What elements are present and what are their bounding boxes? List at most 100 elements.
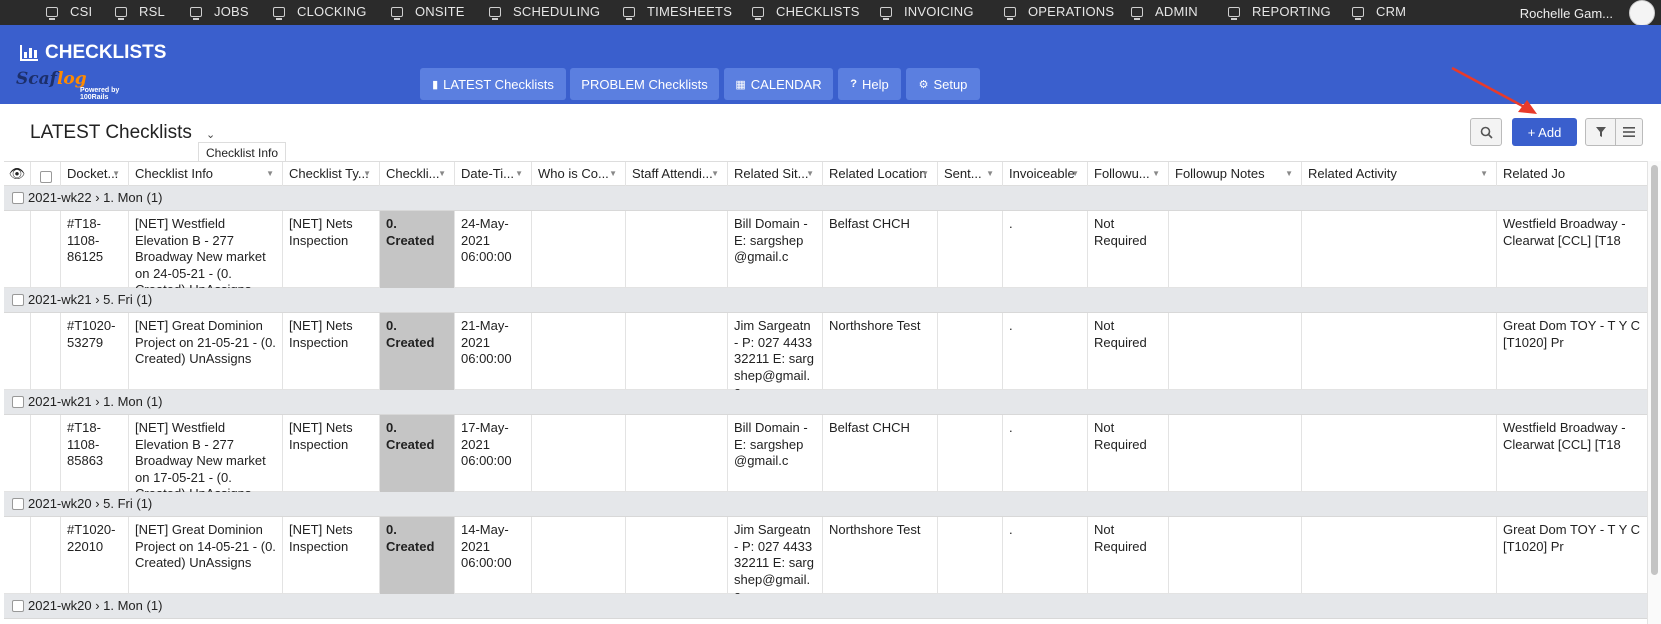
cell-checklist-info[interactable]: [NET] Westfield Elevation B - 277 Broadw…	[129, 211, 283, 288]
cell-checklist-type[interactable]: [NET] Nets Inspection	[283, 517, 380, 594]
cell-who-is-completing[interactable]	[532, 211, 626, 288]
nav-timesheets[interactable]: TIMESHEETS	[623, 4, 732, 20]
problem-checklists-button[interactable]: PROBLEM Checklists	[570, 68, 719, 100]
cell-checklist-info[interactable]: [NET] Great Dominion Project on 14-05-21…	[129, 517, 283, 594]
avatar[interactable]	[1629, 0, 1655, 26]
eye-icon[interactable]: 👁	[4, 162, 31, 186]
table-row[interactable]: #T1020-22010 [NET] Great Dominion Projec…	[4, 517, 1647, 594]
cell-invoiceable[interactable]: .	[1003, 415, 1088, 492]
row-select[interactable]	[31, 211, 61, 288]
col-invoiceable[interactable]: Invoiceable ▼	[1003, 162, 1088, 186]
cell-related-location[interactable]: Belfast CHCH	[823, 211, 938, 288]
select-all-checkbox[interactable]	[31, 162, 61, 186]
col-related-site[interactable]: Related Sit... ▼	[728, 162, 823, 186]
cell-checklist-type[interactable]: [NET] Nets Inspection	[283, 415, 380, 492]
cell-sent[interactable]	[938, 517, 1003, 594]
nav-admin[interactable]: ADMIN	[1131, 4, 1198, 20]
cell-related-job[interactable]: Westfield Broadway - Clearwat [CCL] [T18	[1497, 211, 1647, 288]
cell-followup-notes[interactable]	[1169, 313, 1302, 390]
nav-scheduling[interactable]: SCHEDULING	[489, 4, 600, 20]
cell-related-site[interactable]: Bill Domain - E: sargshep@gmail.c	[728, 211, 823, 288]
vertical-scrollbar[interactable]	[1647, 161, 1661, 624]
latest-checklists-button[interactable]: ▮ LATEST Checklists	[420, 68, 566, 100]
col-docket[interactable]: Docket... ▼	[61, 162, 129, 186]
cell-docket[interactable]: #T1020-22010	[61, 517, 129, 594]
group-row[interactable]: 2021-wk21 › 1. Mon (1)	[4, 390, 1647, 415]
cell-checklist-info[interactable]: [NET] Great Dominion Project on 21-05-21…	[129, 313, 283, 390]
status-badge[interactable]: 0. Created	[380, 211, 455, 288]
cell-followup[interactable]: Not Required	[1088, 211, 1169, 288]
cell-sent[interactable]	[938, 415, 1003, 492]
cell-invoiceable[interactable]: .	[1003, 211, 1088, 288]
cell-date-time[interactable]: 17-May-2021 06:00:00	[455, 415, 532, 492]
cell-who-is-completing[interactable]	[532, 415, 626, 492]
cell-staff-attending[interactable]	[626, 415, 728, 492]
cell-who-is-completing[interactable]	[532, 517, 626, 594]
col-related-activity[interactable]: Related Activity ▼	[1302, 162, 1497, 186]
col-checklist-info[interactable]: Checklist Info ▼	[129, 162, 283, 186]
cell-followup[interactable]: Not Required	[1088, 415, 1169, 492]
table-row[interactable]: #T18-1108-85863 [NET] Westfield Elevatio…	[4, 415, 1647, 492]
nav-rsl[interactable]: RSL	[115, 4, 165, 20]
col-followup-notes[interactable]: Followup Notes ▼	[1169, 162, 1302, 186]
row-select[interactable]	[31, 313, 61, 390]
cell-followup[interactable]: Not Required	[1088, 517, 1169, 594]
cell-checklist-type[interactable]: [NET] Nets Inspection	[283, 211, 380, 288]
group-row[interactable]: 2021-wk21 › 5. Fri (1)	[4, 288, 1647, 313]
status-badge[interactable]: 0. Created	[380, 313, 455, 390]
cell-staff-attending[interactable]	[626, 517, 728, 594]
cell-related-location[interactable]: Northshore Test	[823, 313, 938, 390]
scrollbar-thumb[interactable]	[1651, 165, 1658, 575]
cell-related-location[interactable]: Belfast CHCH	[823, 415, 938, 492]
menu-button[interactable]	[1615, 118, 1643, 146]
nav-jobs[interactable]: JOBS	[190, 4, 249, 20]
group-row[interactable]: 2021-wk22 › 1. Mon (1)	[4, 186, 1647, 211]
cell-related-job[interactable]: Westfield Broadway - Clearwat [CCL] [T18	[1497, 415, 1647, 492]
setup-button[interactable]: ⚙ Setup	[906, 68, 980, 100]
row-select[interactable]	[31, 415, 61, 492]
search-button[interactable]	[1470, 118, 1502, 146]
col-sent[interactable]: Sent... ▼	[938, 162, 1003, 186]
filter-button[interactable]	[1585, 118, 1616, 146]
cell-invoiceable[interactable]: .	[1003, 313, 1088, 390]
nav-checklists[interactable]: CHECKLISTS	[752, 4, 860, 20]
help-button[interactable]: ? Help	[838, 68, 901, 100]
cell-docket[interactable]: #T18-1108-85863	[61, 415, 129, 492]
status-badge[interactable]: 0. Created	[380, 415, 455, 492]
table-row[interactable]: #T1020-53279 [NET] Great Dominion Projec…	[4, 313, 1647, 390]
col-checklist-status[interactable]: Checkli... ▼	[380, 162, 455, 186]
cell-related-job[interactable]: Great Dom TOY - T Y C [T1020] Pr	[1497, 313, 1647, 390]
group-checkbox[interactable]	[12, 396, 24, 408]
cell-who-is-completing[interactable]	[532, 313, 626, 390]
cell-invoiceable[interactable]: .	[1003, 517, 1088, 594]
group-checkbox[interactable]	[12, 192, 24, 204]
cell-docket[interactable]: #T1020-53279	[61, 313, 129, 390]
group-checkbox[interactable]	[12, 498, 24, 510]
cell-related-location[interactable]: Northshore Test	[823, 517, 938, 594]
cell-staff-attending[interactable]	[626, 211, 728, 288]
col-date-time[interactable]: Date-Ti... ▼	[455, 162, 532, 186]
nav-clocking[interactable]: CLOCKING	[273, 4, 367, 20]
group-checkbox[interactable]	[12, 294, 24, 306]
nav-reporting[interactable]: REPORTING	[1228, 4, 1331, 20]
group-checkbox[interactable]	[12, 600, 24, 612]
nav-invoicing[interactable]: INVOICING	[880, 4, 974, 20]
nav-crm[interactable]: CRM	[1352, 4, 1406, 20]
cell-related-site[interactable]: Jim Sargeatn - P: 027 443332211 E: sargs…	[728, 517, 823, 594]
col-who-is-completing[interactable]: Who is Co... ▼	[532, 162, 626, 186]
col-checklist-type[interactable]: Checklist Ty... ▼	[283, 162, 380, 186]
cell-related-activity[interactable]	[1302, 415, 1497, 492]
cell-related-activity[interactable]	[1302, 211, 1497, 288]
nav-csi[interactable]: CSI	[46, 4, 92, 20]
user-name[interactable]: Rochelle Gam...	[1520, 6, 1613, 21]
cell-related-activity[interactable]	[1302, 313, 1497, 390]
cell-checklist-info[interactable]: [NET] Westfield Elevation B - 277 Broadw…	[129, 415, 283, 492]
add-button[interactable]: + Add	[1512, 118, 1577, 146]
status-badge[interactable]: 0. Created	[380, 517, 455, 594]
cell-related-activity[interactable]	[1302, 517, 1497, 594]
row-select[interactable]	[31, 517, 61, 594]
cell-staff-attending[interactable]	[626, 313, 728, 390]
cell-checklist-type[interactable]: [NET] Nets Inspection	[283, 313, 380, 390]
cell-related-site[interactable]: Bill Domain - E: sargshep@gmail.c	[728, 415, 823, 492]
cell-date-time[interactable]: 21-May-2021 06:00:00	[455, 313, 532, 390]
